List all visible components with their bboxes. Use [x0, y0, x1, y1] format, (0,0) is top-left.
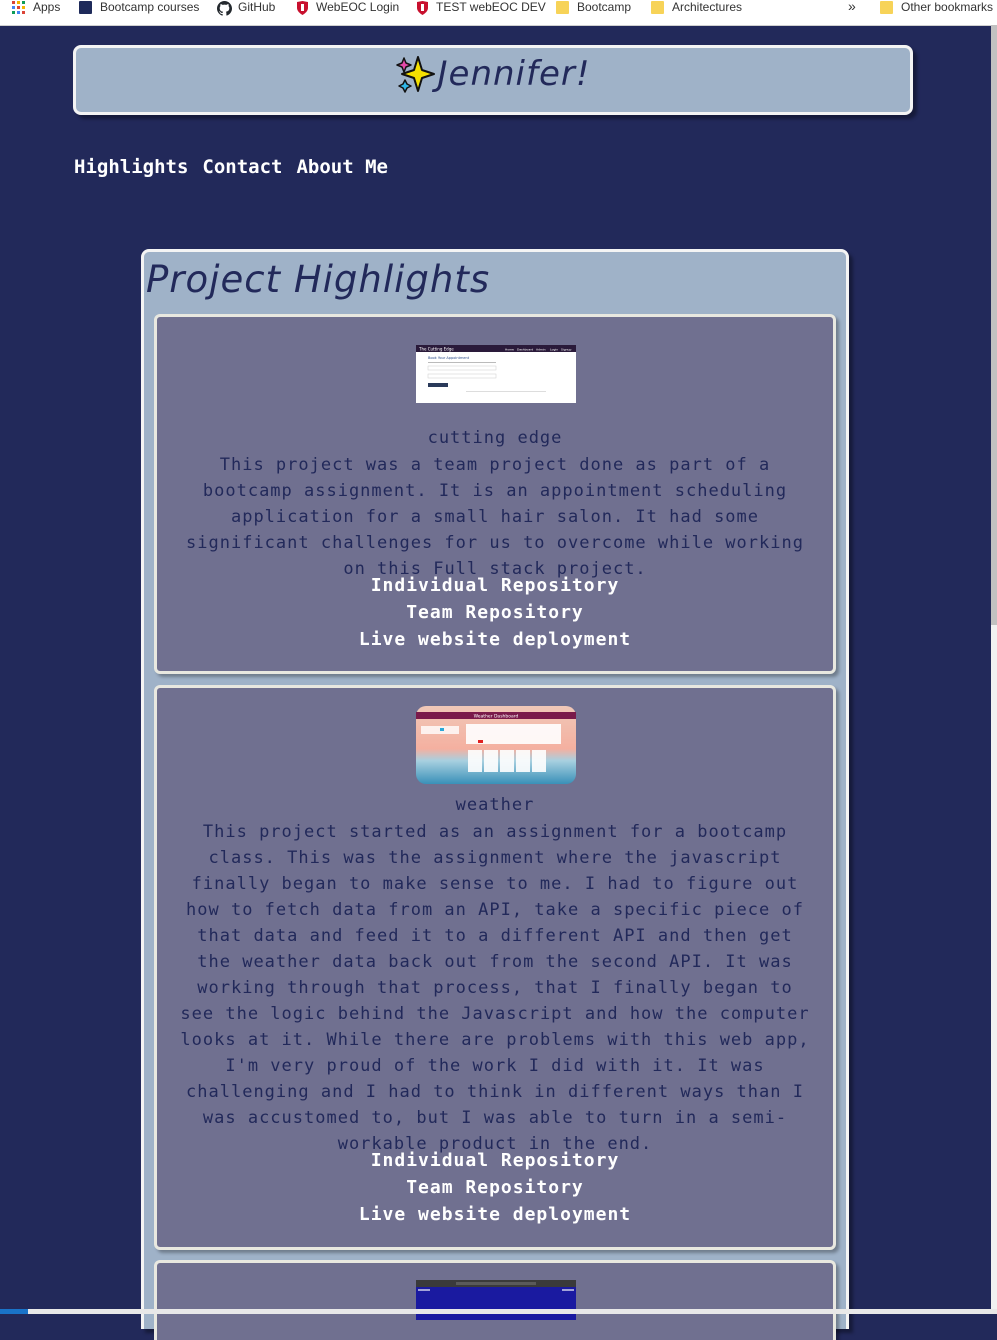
bookmark-label: TEST webEOC DEV: [436, 0, 546, 14]
github-icon: [217, 0, 232, 16]
live-website-link[interactable]: Live website deployment: [157, 1201, 833, 1228]
highlights-section: Project Highlights The Cutting Edge Home…: [141, 249, 849, 1340]
thumb-nav-item: Signup: [561, 348, 571, 352]
page-scrollbar[interactable]: [991, 25, 997, 1314]
team-repository-link[interactable]: Team Repository: [157, 1174, 833, 1201]
bookmark-label: WebEOC Login: [316, 0, 400, 14]
nav-link-contact[interactable]: Contact: [202, 156, 282, 178]
section-title: Project Highlights: [146, 258, 491, 301]
thumb-nav-item: Login: [550, 348, 558, 352]
site-title: Jennifer!: [395, 54, 591, 94]
project-thumbnail[interactable]: The Cutting Edge Home Dashboard Admin Lo…: [416, 345, 576, 403]
bookmark-label: Apps: [33, 0, 61, 14]
live-website-link[interactable]: Live website deployment: [157, 626, 833, 653]
site-title-text: Jennifer!: [437, 54, 591, 94]
bookmark-folder-architectures[interactable]: Architectures: [651, 0, 742, 14]
thumb-nav-item: Admin: [536, 348, 546, 352]
sparkles-icon: [395, 56, 435, 93]
bookmark-label: Architectures: [672, 0, 743, 14]
nav-link-highlights[interactable]: Highlights: [74, 156, 188, 178]
project-card: The Cutting Edge Home Dashboard Admin Lo…: [154, 314, 836, 674]
individual-repository-link[interactable]: Individual Repository: [157, 572, 833, 599]
thumb-nav-item: Dashboard: [517, 348, 533, 352]
bookmark-bootcamp-courses[interactable]: Bootcamp courses: [79, 0, 199, 14]
scrollbar-thumb[interactable]: [991, 25, 997, 625]
bookmark-label: Bootcamp courses: [100, 0, 200, 14]
bookmark-label: Bootcamp: [577, 0, 632, 14]
project-thumbnail[interactable]: Weather Dashboard: [416, 706, 576, 784]
os-taskbar: [0, 1309, 997, 1314]
bookmark-label: GitHub: [238, 0, 276, 14]
folder-icon: [556, 0, 569, 14]
bookmark-test-webeoc-dev[interactable]: TEST webEOC DEV: [417, 0, 546, 15]
main-nav: Highlights Contact About Me: [74, 156, 388, 178]
nav-link-about-me[interactable]: About Me: [296, 156, 388, 178]
bookmark-github[interactable]: GitHub: [217, 0, 276, 16]
bookmark-other-bookmarks[interactable]: Other bookmarks: [880, 0, 993, 14]
project-name: weather: [455, 795, 535, 815]
bookmarks-bar: Apps Bootcamp courses GitHub WebEOC Logi…: [0, 0, 997, 26]
more-bookmarks-chevron-icon[interactable]: »: [848, 0, 856, 14]
bookmark-folder-bootcamp[interactable]: Bootcamp: [556, 0, 631, 14]
start-button[interactable]: [0, 1309, 28, 1314]
bookmark-apps[interactable]: Apps: [12, 0, 60, 14]
team-repository-link[interactable]: Team Repository: [157, 599, 833, 626]
thumb-site-title: The Cutting Edge: [418, 347, 454, 352]
folder-icon: [651, 0, 664, 14]
bookmark-webeoc-login[interactable]: WebEOC Login: [297, 0, 400, 15]
shield-icon: [297, 0, 308, 15]
shield-icon: [417, 0, 428, 15]
apps-grid-icon: [12, 0, 25, 14]
individual-repository-link[interactable]: Individual Repository: [157, 1147, 833, 1174]
project-links: Individual Repository Team Repository Li…: [157, 572, 833, 653]
thumb-heading: Book Your Appointment: [428, 356, 470, 360]
project-description: This project started as an assignment fo…: [180, 822, 810, 1154]
thumb-nav-item: Home: [505, 348, 514, 352]
bookmark-label: Other bookmarks: [901, 0, 994, 14]
project-links: Individual Repository Team Repository Li…: [157, 1147, 833, 1228]
project-card: Weather Dashboard weather This project s…: [154, 685, 836, 1250]
project-description: This project was a team project done as …: [186, 455, 804, 579]
thumb-site-title: Weather Dashboard: [474, 714, 519, 720]
site-header: Jennifer!: [73, 45, 913, 115]
project-thumbnail[interactable]: [416, 1280, 576, 1320]
bootcamp-logo-icon: [79, 0, 92, 14]
project-name: cutting edge: [427, 428, 563, 448]
project-card: [154, 1260, 836, 1340]
folder-icon: [880, 0, 893, 14]
